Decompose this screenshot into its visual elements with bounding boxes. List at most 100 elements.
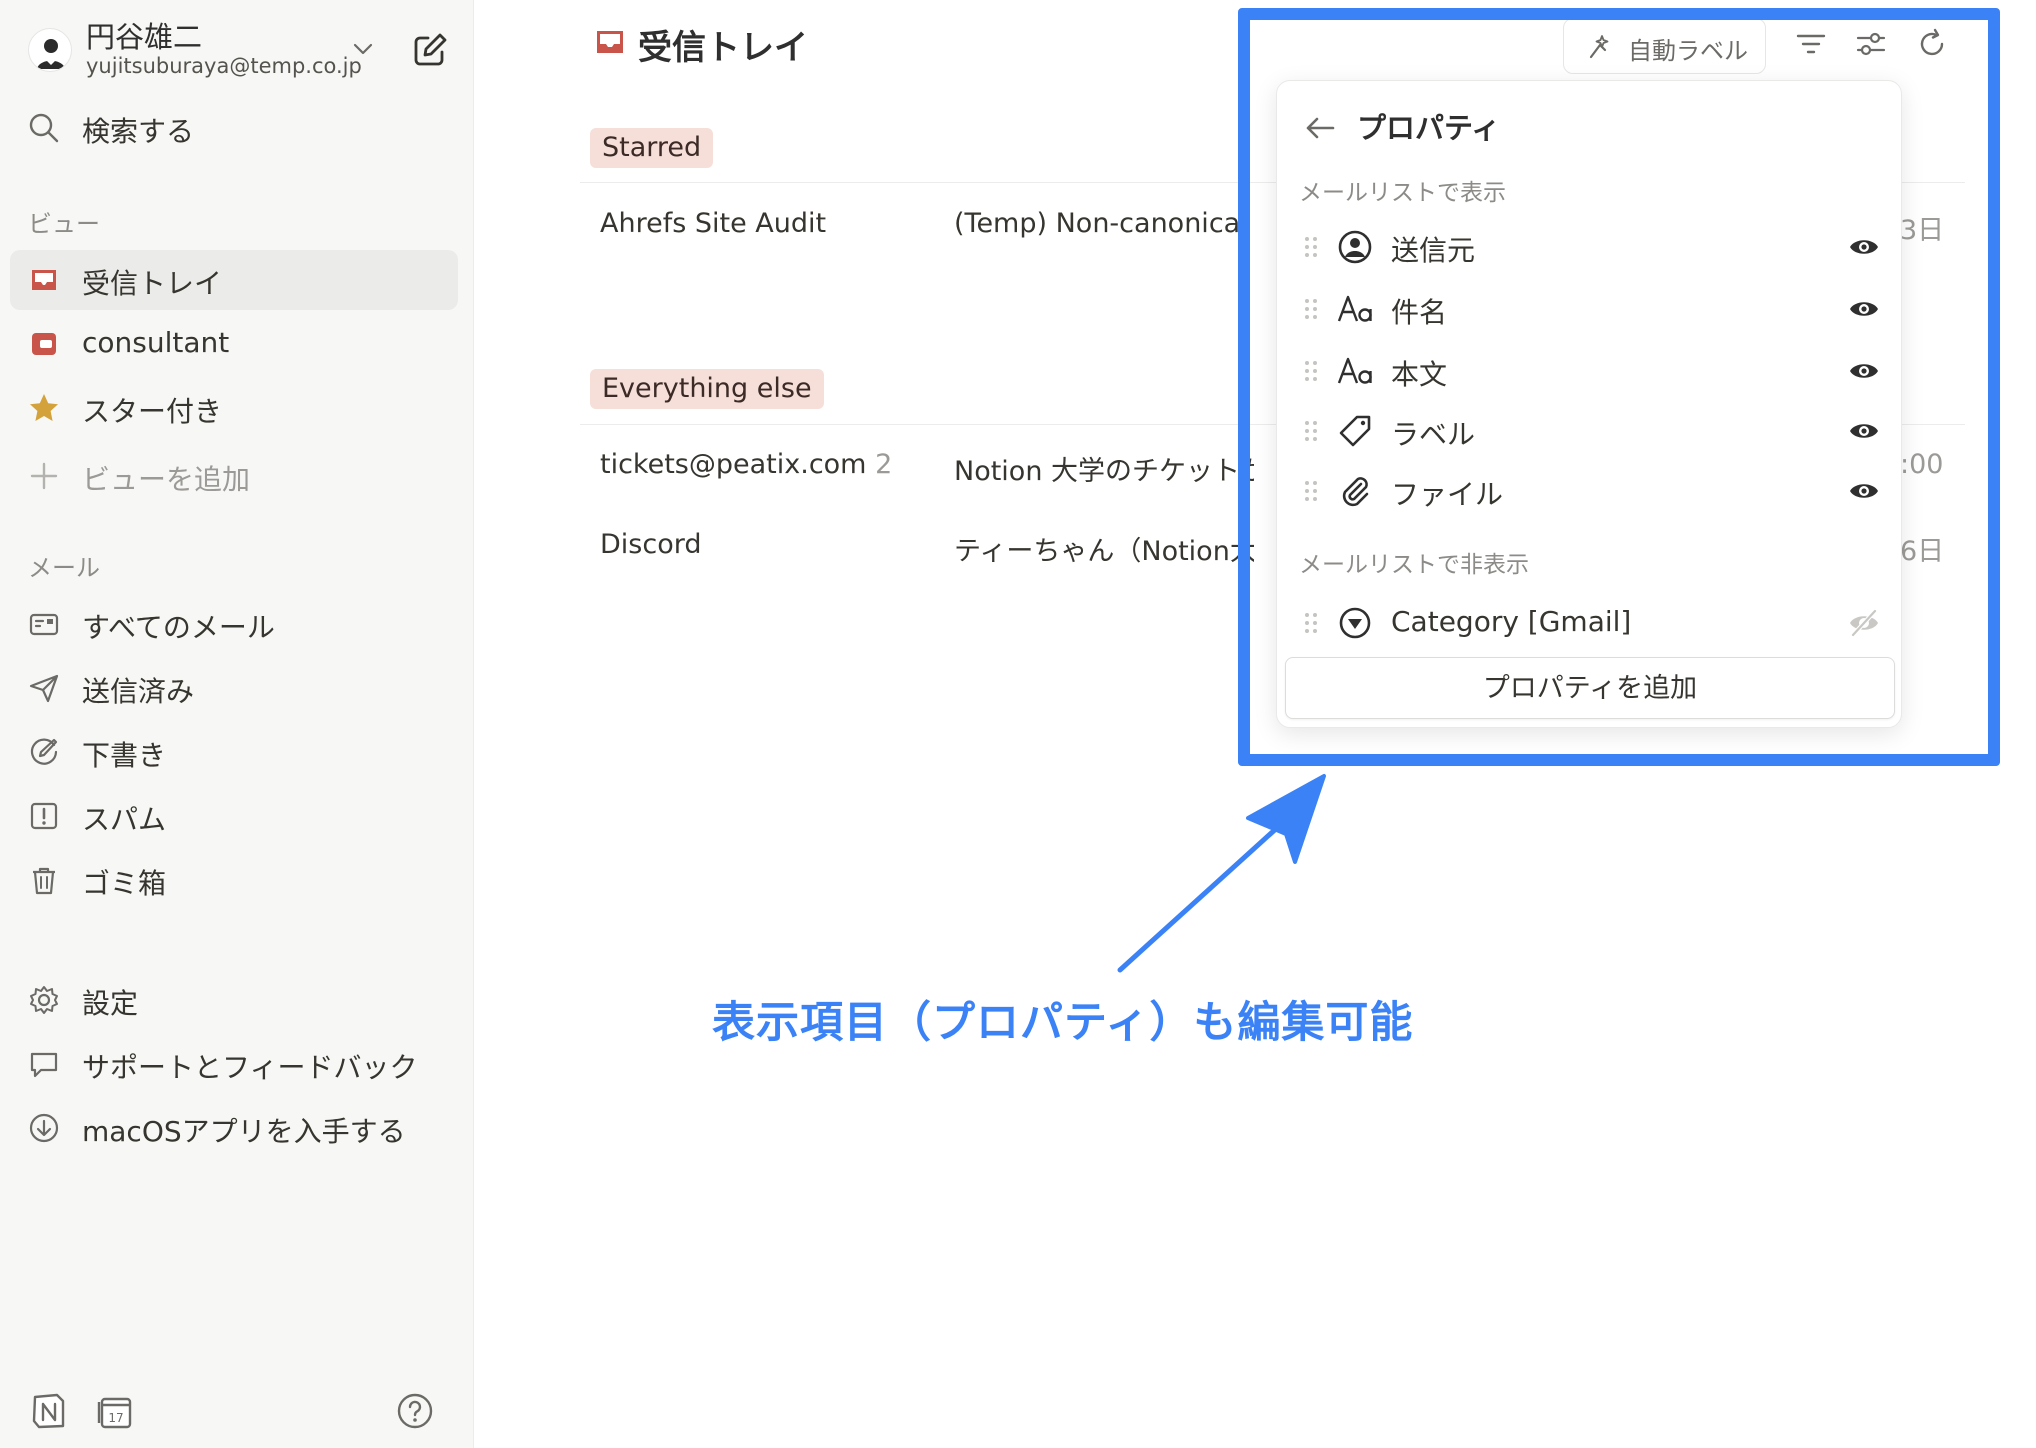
drag-handle-icon[interactable] — [1303, 609, 1319, 637]
row-subject: Notion 大学のチケットが — [954, 456, 1254, 487]
shown-section-title: メールリストで表示 — [1299, 180, 1506, 206]
view-label-starred: スター付き — [82, 395, 223, 428]
mail-item-all[interactable]: すべてのメール — [10, 594, 458, 654]
notion-icon[interactable] — [30, 1392, 68, 1430]
account-email: yujitsuburaya@temp.co.jp — [86, 54, 362, 78]
row-sender: tickets@peatix.com 2 — [600, 449, 893, 480]
hidden-section-title: メールリストで非表示 — [1299, 552, 1529, 578]
annotation-caption: 表示項目（プロパティ）も編集可能 — [712, 998, 1414, 1048]
person-icon — [1338, 230, 1372, 264]
group-tag-starred[interactable]: Starred — [590, 128, 714, 168]
get-macos-app-item[interactable]: macOSアプリを入手する — [10, 1098, 458, 1158]
compose-icon[interactable] — [410, 30, 450, 70]
property-label: 本文 — [1391, 358, 1448, 391]
eye-icon[interactable] — [1849, 477, 1879, 505]
row-subject: (Temp) Non-canonical pa — [954, 208, 1254, 239]
sidebar-footer: 17 — [28, 1392, 448, 1432]
row-date: 6日 — [1900, 536, 1945, 567]
text-aa-icon — [1337, 357, 1372, 384]
star-icon — [30, 394, 58, 421]
refresh-icon[interactable] — [1916, 28, 1948, 60]
drag-handle-icon[interactable] — [1303, 295, 1319, 323]
mail-label-all: すべてのメール — [82, 611, 275, 644]
add-property-button[interactable]: プロパティを追加 — [1285, 657, 1895, 719]
drag-handle-icon[interactable] — [1303, 233, 1319, 261]
feedback-label: サポートとフィードバック — [82, 1051, 418, 1084]
display-settings-icon[interactable] — [1855, 28, 1887, 60]
property-row-body[interactable]: 本文 — [1291, 343, 1887, 399]
settings-label: 設定 — [82, 987, 139, 1020]
search-icon — [29, 113, 59, 143]
settings-item[interactable]: 設定 — [10, 970, 458, 1030]
mail-label-spam: スパム — [82, 803, 167, 836]
draft-icon — [30, 738, 58, 765]
property-row-sender[interactable]: 送信元 — [1291, 219, 1887, 275]
views-section-title: ビュー — [28, 210, 100, 238]
add-view-button[interactable]: ビューを追加 — [10, 446, 458, 506]
property-row-category[interactable]: Category [Gmail] — [1291, 595, 1887, 651]
mail-item-spam[interactable]: スパム — [10, 786, 458, 846]
drag-handle-icon[interactable] — [1303, 417, 1319, 445]
feedback-icon — [30, 1052, 58, 1078]
eye-icon[interactable] — [1849, 357, 1879, 385]
property-label: ラベル — [1391, 418, 1476, 451]
mail-label-drafts: 下書き — [82, 739, 167, 772]
app-window: 円谷雄二 yujitsuburaya@temp.co.jp 検索する ビュー 受… — [0, 0, 2036, 1448]
inbox-icon — [597, 31, 623, 53]
view-label-inbox: 受信トレイ — [82, 267, 223, 300]
mail-section-title: メール — [28, 554, 100, 582]
select-icon — [1339, 607, 1371, 639]
view-item-inbox[interactable]: 受信トレイ — [10, 250, 458, 310]
eye-icon[interactable] — [1849, 233, 1879, 261]
eye-icon[interactable] — [1849, 295, 1879, 323]
mail-item-trash[interactable]: ゴミ箱 — [10, 850, 458, 910]
property-row-label[interactable]: ラベル — [1291, 403, 1887, 459]
mail-item-drafts[interactable]: 下書き — [10, 722, 458, 782]
send-icon — [29, 674, 59, 703]
inbox-icon — [32, 270, 56, 290]
mail-label-trash: ゴミ箱 — [82, 867, 167, 900]
row-date: 3日 — [1900, 215, 1945, 246]
all-mail-icon — [29, 613, 59, 636]
mail-label-sent: 送信済み — [82, 675, 195, 708]
account-name: 円谷雄二 — [86, 20, 203, 54]
eye-off-icon[interactable] — [1849, 609, 1879, 637]
property-label: 送信元 — [1391, 234, 1476, 267]
svg-text:17: 17 — [108, 1411, 123, 1425]
drag-handle-icon[interactable] — [1303, 357, 1319, 385]
mail-item-sent[interactable]: 送信済み — [10, 658, 458, 718]
spam-icon — [30, 802, 58, 830]
feedback-item[interactable]: サポートとフィードバック — [10, 1034, 458, 1094]
view-item-consultant[interactable]: consultant — [10, 314, 458, 374]
get-macos-app-label: macOSアプリを入手する — [82, 1115, 406, 1148]
help-icon[interactable] — [396, 1392, 434, 1430]
eye-icon[interactable] — [1849, 417, 1879, 445]
filter-icon[interactable] — [1795, 28, 1827, 60]
auto-label-button[interactable]: 自動ラベル — [1563, 18, 1766, 74]
chevron-down-icon[interactable] — [350, 36, 376, 62]
auto-label-text: 自動ラベル — [1628, 37, 1748, 65]
thread-count: 2 — [875, 449, 893, 480]
view-label-consultant: consultant — [82, 326, 230, 359]
text-aa-icon — [1337, 295, 1372, 322]
property-label: 件名 — [1391, 296, 1448, 329]
avatar — [28, 28, 72, 72]
back-arrow-icon[interactable] — [1303, 111, 1337, 145]
row-sender: Discord — [600, 529, 702, 560]
popup-title: プロパティ — [1357, 111, 1501, 145]
property-row-file[interactable]: ファイル — [1291, 463, 1887, 519]
add-view-label: ビューを追加 — [82, 463, 251, 496]
annotation-arrow — [1117, 774, 1326, 973]
account-switcher[interactable]: 円谷雄二 yujitsuburaya@temp.co.jp — [28, 14, 458, 84]
group-tag-everything-else[interactable]: Everything else — [590, 369, 824, 409]
search-item[interactable]: 検索する — [10, 98, 458, 158]
property-row-subject[interactable]: 件名 — [1291, 281, 1887, 337]
property-label: ファイル — [1391, 478, 1504, 511]
auto-label-icon — [1589, 35, 1609, 59]
drag-handle-icon[interactable] — [1303, 477, 1319, 505]
page-title-text: 受信トレイ — [638, 28, 808, 68]
calendar-icon[interactable]: 17 — [96, 1392, 134, 1430]
view-item-starred[interactable]: スター付き — [10, 378, 458, 438]
plus-icon — [30, 462, 58, 490]
consultant-view-icon — [32, 333, 56, 355]
